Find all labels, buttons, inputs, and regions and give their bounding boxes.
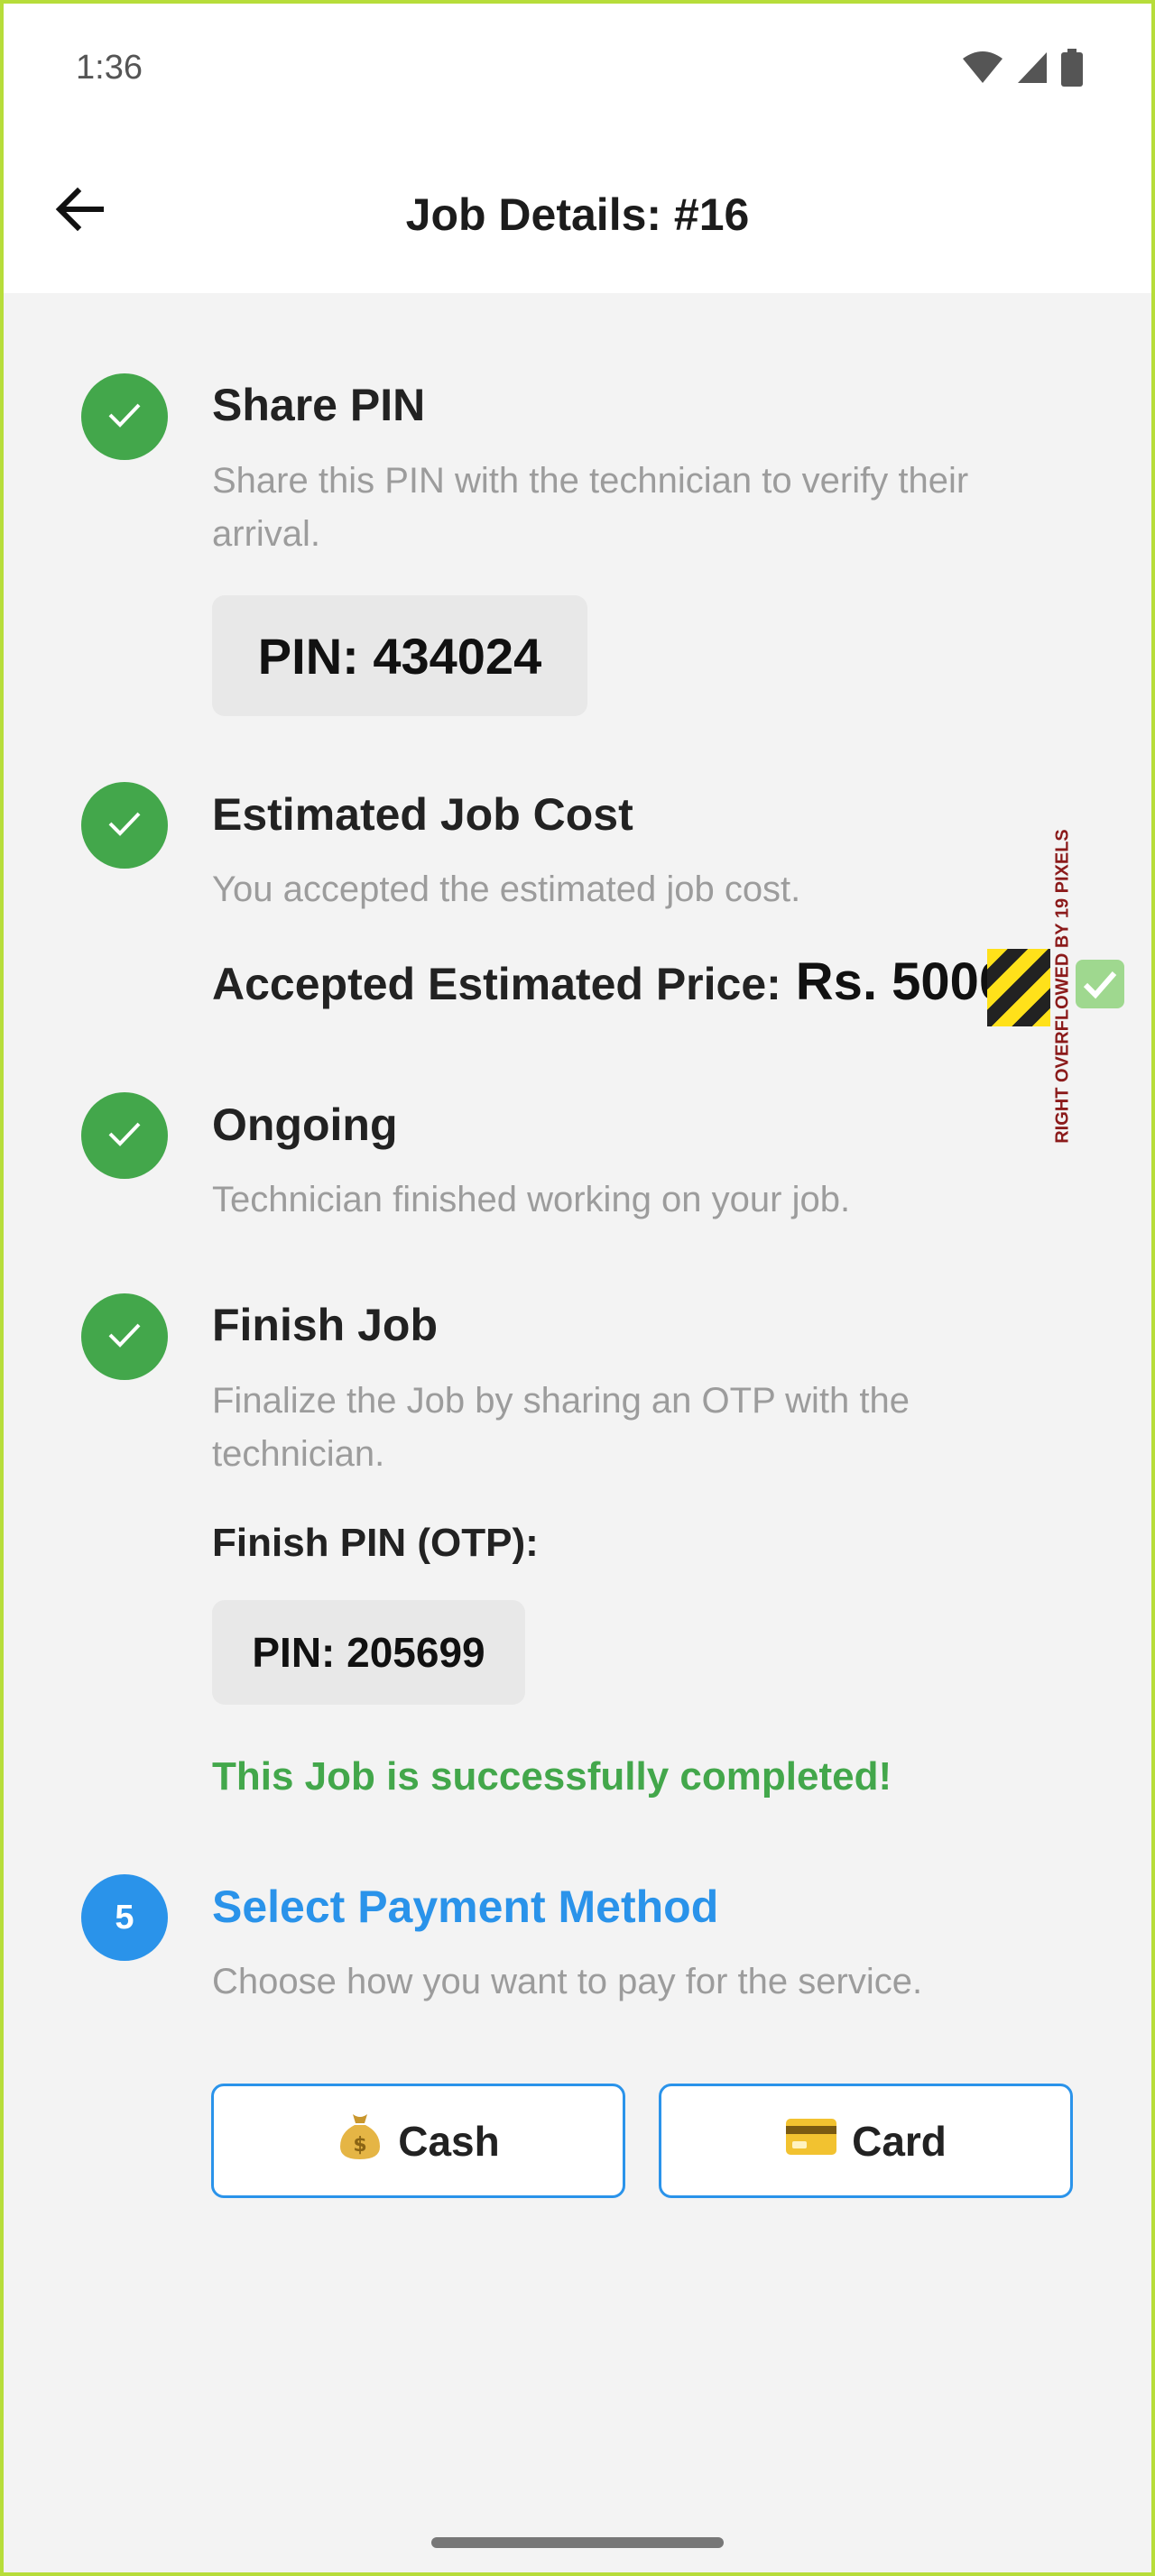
- battery-icon: [1061, 49, 1083, 91]
- step-title: Ongoing: [212, 1099, 398, 1150]
- price-label: Accepted Estimated Price:: [212, 959, 781, 1009]
- check-icon: [106, 809, 143, 842]
- success-message: This Job is successfully completed!: [212, 1754, 892, 1799]
- back-button[interactable]: [43, 175, 116, 247]
- price-value: Rs. 5000: [795, 952, 1009, 1011]
- arrow-left-icon: [54, 187, 105, 236]
- check-icon: [106, 400, 143, 434]
- check-mark-icon: [1076, 960, 1124, 1008]
- status-bar: 1:36: [0, 0, 1155, 135]
- step-title: Share PIN: [212, 380, 426, 430]
- finish-pin-label: Finish PIN (OTP):: [212, 1521, 539, 1565]
- wifi-icon: [962, 51, 1003, 89]
- credit-card-icon: [785, 2117, 837, 2166]
- accepted-price-line: Accepted Estimated Price: Rs. 5000: [212, 952, 1008, 1012]
- step-complete-indicator: [81, 1293, 168, 1380]
- step-number-indicator: 5: [81, 1874, 168, 1961]
- step-complete-indicator: [81, 782, 168, 869]
- svg-text:$: $: [354, 2134, 367, 2157]
- step-complete-indicator: [81, 1092, 168, 1179]
- check-icon: [106, 1320, 143, 1354]
- check-icon: [106, 1119, 143, 1153]
- step-title: Finish Job: [212, 1300, 438, 1350]
- page-title: Job Details: #16: [405, 189, 750, 240]
- step-description: You accepted the estimated job cost.: [212, 869, 801, 909]
- pin-box: PIN: 434024: [212, 595, 587, 716]
- step-number: 5: [115, 1898, 134, 1937]
- overflow-warning-stripe: [987, 949, 1050, 1026]
- cash-label: Cash: [398, 2117, 500, 2165]
- pin-value: PIN: 205699: [252, 1629, 485, 1676]
- step-complete-indicator: [81, 373, 168, 460]
- finish-pin-box: PIN: 205699: [212, 1600, 525, 1705]
- signal-icon: [1016, 51, 1049, 89]
- status-icons: [962, 49, 1083, 91]
- step-description: Technician finished working on your job.: [212, 1180, 851, 1219]
- money-bag-icon: $: [337, 2111, 383, 2171]
- card-label: Card: [852, 2117, 947, 2165]
- home-indicator[interactable]: [431, 2537, 724, 2548]
- status-time: 1:36: [76, 49, 143, 87]
- step-title: Select Payment Method: [212, 1881, 719, 1932]
- step-description: Choose how you want to pay for the servi…: [212, 1962, 923, 2001]
- card-button[interactable]: Card: [659, 2084, 1073, 2198]
- step-description: Share this PIN with the technician to ve…: [212, 461, 969, 554]
- app-bar: Job Details: #16: [0, 135, 1155, 293]
- step-description: Finalize the Job by sharing an OTP with …: [212, 1381, 910, 1474]
- step-title: Estimated Job Cost: [212, 789, 633, 840]
- cash-button[interactable]: $ Cash: [211, 2084, 625, 2198]
- pin-value: PIN: 434024: [257, 627, 542, 685]
